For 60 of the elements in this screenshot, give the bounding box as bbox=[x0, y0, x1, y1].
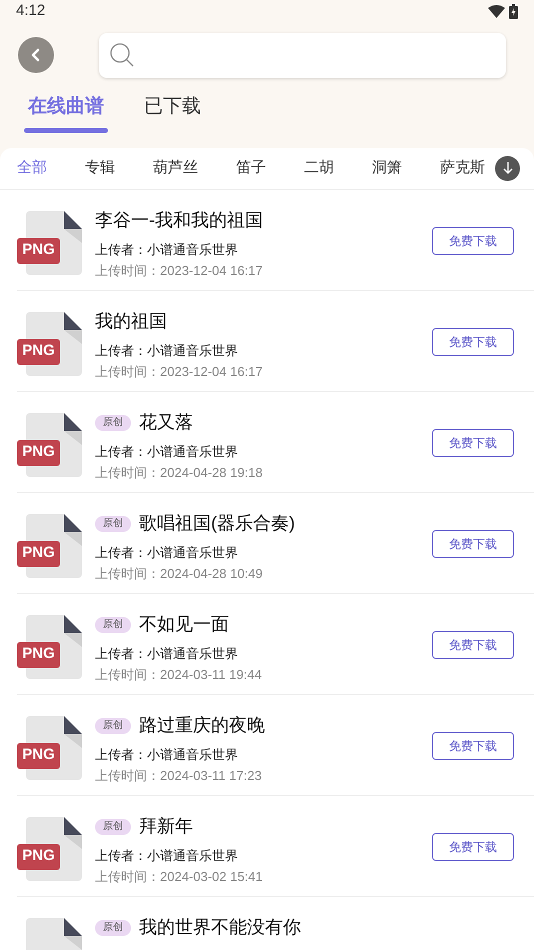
file-type-badge: PNG bbox=[17, 440, 60, 466]
chevron-left-icon bbox=[30, 48, 42, 62]
upload-time: 上传时间：2024-03-11 19:44 bbox=[95, 666, 263, 684]
upload-time: 上传时间：2024-03-11 17:23 bbox=[95, 767, 263, 785]
upload-time: 上传时间：2024-04-28 10:49 bbox=[95, 565, 264, 583]
category-tab[interactable]: 萨克斯 bbox=[440, 156, 485, 180]
upload-time: 上传时间：2023-12-04 16:17 bbox=[95, 363, 264, 381]
uploader-text: 上传者：小谱通音乐世界 bbox=[95, 746, 239, 764]
upload-time: 上传时间：2024-03-02 15:41 bbox=[95, 868, 264, 886]
song-title: 我的世界不能没有你 bbox=[139, 916, 301, 939]
battery-icon bbox=[509, 4, 518, 19]
back-button[interactable] bbox=[18, 37, 54, 73]
uploader-text: 上传者：小谱通音乐世界 bbox=[95, 442, 239, 460]
original-tag: 原创 bbox=[95, 718, 131, 734]
category-tab[interactable]: 笛子 bbox=[236, 156, 266, 180]
file-type-badge: PNG bbox=[17, 742, 60, 768]
file-type-badge: PNG bbox=[17, 238, 60, 264]
song-title: 李谷一-我和我的祖国 bbox=[95, 209, 263, 232]
uploader-text: 上传者：小谱通音乐世界 bbox=[95, 342, 239, 360]
song-title: 花又落 bbox=[139, 411, 193, 434]
download-button[interactable]: 免费下载 bbox=[432, 832, 514, 860]
status-time: 4:12 bbox=[16, 1, 46, 21]
category-tab[interactable]: 专辑 bbox=[85, 156, 115, 180]
upload-time: 上传时间：2024-04-28 19:18 bbox=[95, 464, 264, 482]
expand-button[interactable] bbox=[495, 156, 520, 180]
category-tab[interactable]: 二胡 bbox=[304, 156, 334, 180]
song-title: 拜新年 bbox=[139, 815, 193, 838]
original-tag: 原创 bbox=[95, 818, 131, 834]
uploader-text: 上传者：小谱通音乐世界 bbox=[95, 544, 239, 562]
wifi-icon bbox=[488, 4, 505, 18]
search-field[interactable] bbox=[99, 32, 506, 78]
uploader-text: 上传者：小谱通音乐世界 bbox=[95, 846, 239, 864]
original-tag: 原创 bbox=[95, 516, 131, 532]
file-type-badge: PNG bbox=[17, 642, 60, 668]
download-button[interactable]: 免费下载 bbox=[432, 428, 514, 456]
category-tab[interactable]: 全部 bbox=[17, 156, 47, 180]
song-title: 路过重庆的夜晚 bbox=[139, 714, 265, 737]
song-title: 我的祖国 bbox=[95, 310, 167, 333]
search-icon bbox=[109, 42, 135, 68]
original-tag: 原创 bbox=[95, 414, 131, 430]
download-button[interactable]: 免费下载 bbox=[432, 530, 514, 558]
download-button[interactable]: 免费下载 bbox=[432, 226, 514, 254]
tab[interactable]: 在线曲谱 bbox=[24, 94, 108, 138]
category-tab[interactable]: 葫芦丝 bbox=[153, 156, 198, 180]
category-tab[interactable]: 洞箫 bbox=[372, 156, 402, 180]
arrow-down-icon bbox=[502, 161, 512, 175]
tab[interactable]: 已下载 bbox=[140, 94, 205, 138]
upload-time: 上传时间：2023-12-04 16:17 bbox=[95, 262, 264, 280]
original-tag: 原创 bbox=[95, 920, 131, 936]
uploader-text: 上传者：小谱通音乐世界 bbox=[95, 644, 239, 662]
download-button[interactable]: 免费下载 bbox=[432, 732, 514, 760]
original-tag: 原创 bbox=[95, 616, 131, 632]
uploader-text: 上传者：小谱通音乐世界 bbox=[95, 240, 239, 258]
file-type-badge: PNG bbox=[17, 844, 60, 870]
file-type-badge: PNG bbox=[17, 540, 60, 566]
song-title: 歌唱祖国(器乐合奏) bbox=[139, 512, 295, 535]
download-button[interactable]: 免费下载 bbox=[432, 328, 514, 356]
download-button[interactable]: 免费下载 bbox=[432, 630, 514, 658]
song-title: 不如见一面 bbox=[139, 613, 229, 636]
file-type-badge: PNG bbox=[17, 338, 60, 364]
